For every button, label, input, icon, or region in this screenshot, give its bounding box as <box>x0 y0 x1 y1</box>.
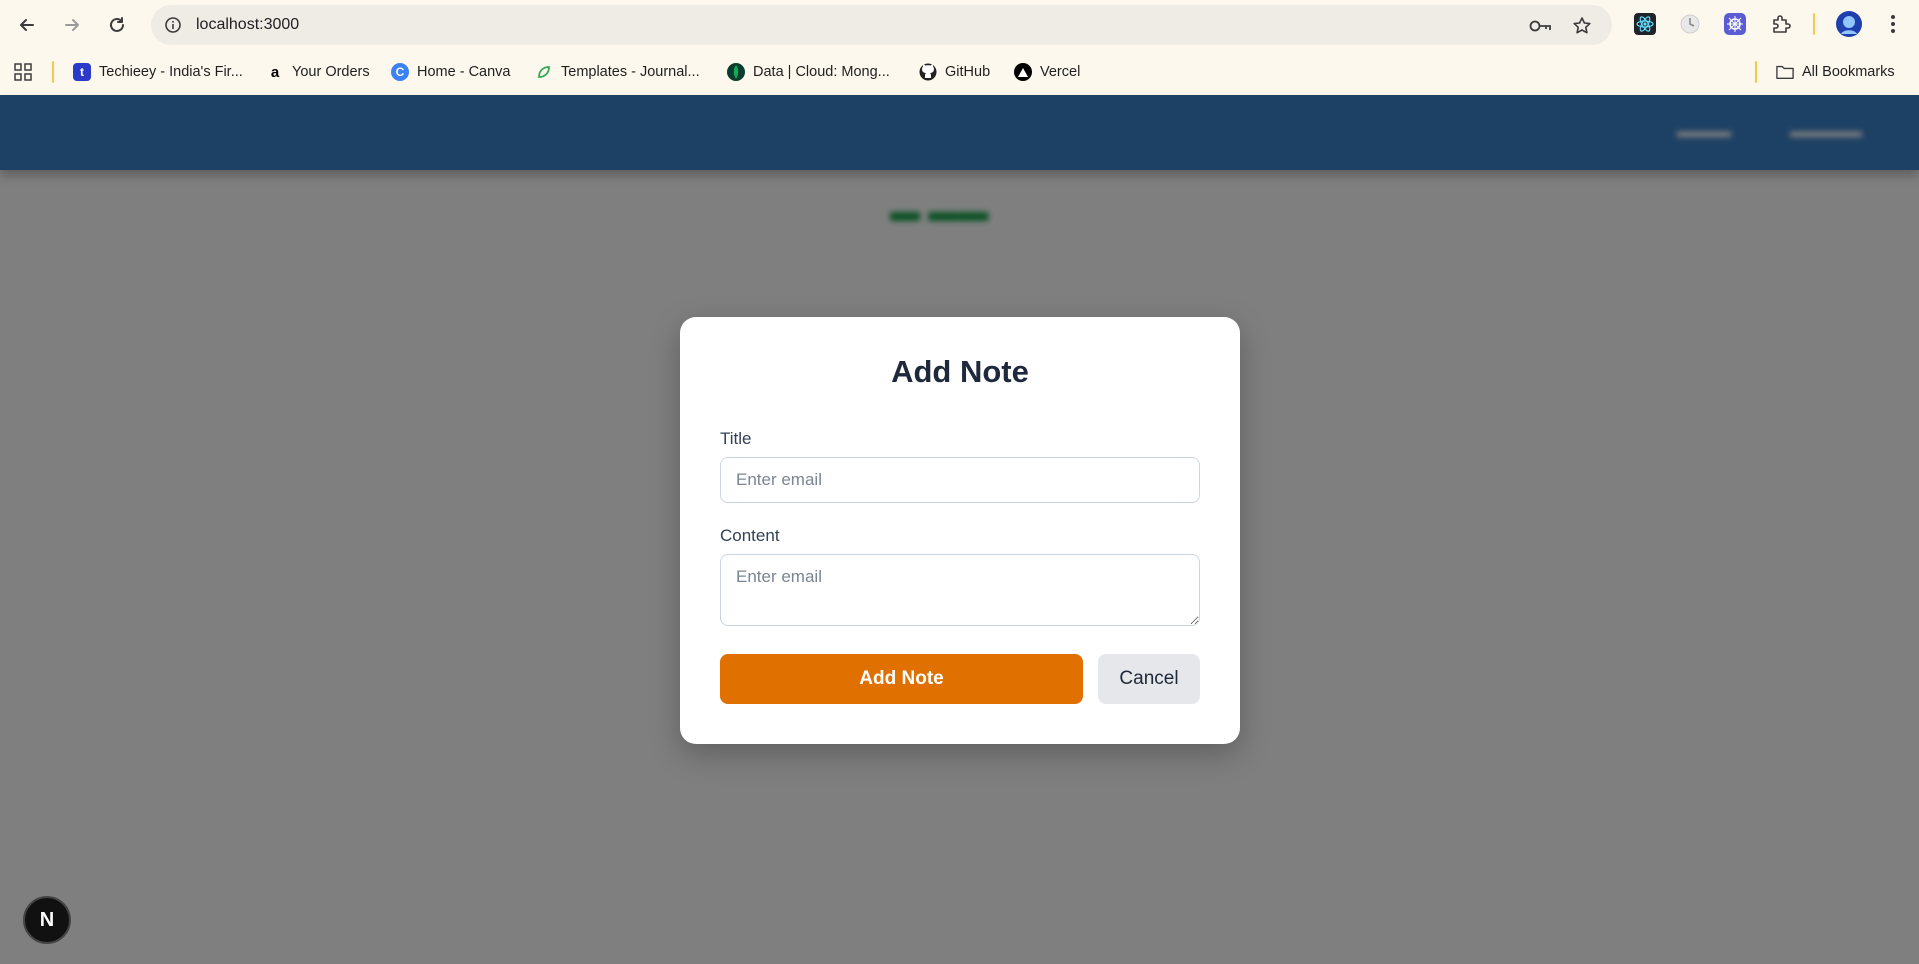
bookmarks-separator <box>1755 61 1757 83</box>
cancel-button[interactable]: Cancel <box>1098 654 1200 704</box>
forward-arrow-icon <box>65 19 79 31</box>
bookmark-your-orders[interactable]: a Your Orders <box>266 59 370 85</box>
apps-grid-icon[interactable] <box>13 59 33 85</box>
content-label: Content <box>720 526 780 545</box>
bookmark-techieey[interactable]: t Techieey - India's Fir... <box>73 59 243 85</box>
url-text[interactable]: localhost:3000 <box>196 16 299 34</box>
bookmark-vercel[interactable]: Vercel <box>1014 59 1080 85</box>
canva-icon: C <box>391 63 409 81</box>
vercel-icon <box>1014 63 1032 81</box>
react-devtools-icon[interactable] <box>1632 11 1658 37</box>
all-bookmarks-label: All Bookmarks <box>1802 64 1895 80</box>
bookmark-templates-journal[interactable]: Templates - Journal... <box>535 59 700 85</box>
modal-title: Add Note <box>891 354 1029 389</box>
bookmark-label: Templates - Journal... <box>561 64 700 80</box>
bookmark-label: GitHub <box>945 64 991 80</box>
extensions-puzzle-icon[interactable] <box>1768 11 1794 37</box>
github-icon <box>919 63 937 81</box>
site-info-icon[interactable] <box>161 13 185 37</box>
bookmark-mongodb[interactable]: Data | Cloud: Mong... <box>727 59 890 85</box>
bookmark-label: Vercel <box>1040 64 1081 80</box>
reload-button[interactable] <box>100 8 134 42</box>
address-bar[interactable]: localhost:3000 <box>151 5 1612 45</box>
back-button[interactable] <box>10 8 44 42</box>
add-note-modal: Add Note Title Content Add Note Cancel <box>680 317 1240 744</box>
amazon-icon: a <box>270 63 280 81</box>
title-label: Title <box>720 429 752 448</box>
forward-button[interactable] <box>55 8 89 42</box>
browser-toolbar: localhost:3000 <box>0 0 1919 50</box>
bookmark-github[interactable]: GitHub <box>919 59 990 85</box>
extension-clock-icon[interactable] <box>1677 11 1703 37</box>
bookmark-star-icon[interactable] <box>1569 13 1595 39</box>
nextjs-dev-badge[interactable]: N <box>23 896 71 944</box>
reload-icon <box>110 17 124 32</box>
bookmarks-separator <box>52 61 54 83</box>
password-key-icon[interactable] <box>1528 13 1554 39</box>
folder-icon <box>1776 63 1794 81</box>
title-input[interactable] <box>720 457 1200 503</box>
bookmark-label: Techieey - India's Fir... <box>99 64 243 80</box>
bookmarks-bar: t Techieey - India's Fir... a Your Order… <box>0 50 1919 95</box>
all-bookmarks-button[interactable]: All Bookmarks <box>1776 59 1895 85</box>
bookmark-label: Home - Canva <box>417 64 511 80</box>
browser-menu-icon[interactable] <box>1880 11 1906 37</box>
bookmark-canva[interactable]: C Home - Canva <box>391 59 510 85</box>
mongodb-icon <box>727 63 745 81</box>
profile-avatar-icon[interactable] <box>1835 10 1863 38</box>
bookmark-label: Your Orders <box>292 64 370 80</box>
content-textarea[interactable] <box>720 554 1200 626</box>
techieey-icon: t <box>73 63 91 81</box>
add-note-button[interactable]: Add Note <box>720 654 1083 704</box>
bookmark-label: Data | Cloud: Mong... <box>753 64 890 80</box>
extension-purple-icon[interactable] <box>1722 11 1748 37</box>
back-arrow-icon <box>20 19 34 31</box>
toolbar-separator <box>1813 13 1815 35</box>
journal-leaf-icon <box>535 63 553 81</box>
